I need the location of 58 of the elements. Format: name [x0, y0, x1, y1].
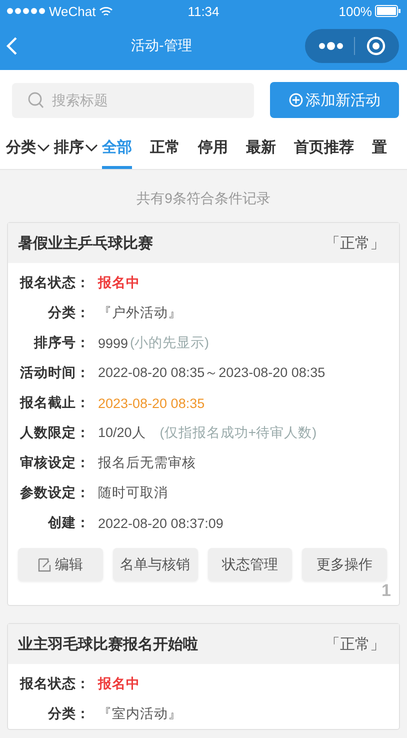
activity-status: 「正常」 [325, 234, 385, 252]
action-button[interactable]: 状态管理 [208, 548, 292, 581]
field-value: 10/20人 [98, 424, 146, 442]
field-value: 报名中 [98, 675, 140, 693]
field-label: 分类： [46, 705, 91, 723]
record-count: 共有9条符合条件记录 [136, 189, 272, 208]
field-label: 活动时间： [19, 364, 91, 382]
action-button[interactable]: 名单与核销 [112, 548, 198, 581]
field-value: 9999 [98, 336, 128, 350]
field-value: 2022-08-20 08:37:09 [98, 516, 224, 530]
page-title: 活动-管理 [131, 37, 192, 55]
field-label: 人数限定： [18, 424, 91, 442]
filter-dropdown[interactable]: 排序 [54, 126, 98, 169]
filter-dropdown[interactable]: 分类 [6, 126, 50, 169]
activity-status: 「正常」 [325, 634, 385, 654]
field-note: (小的先显示) [130, 334, 210, 352]
status-time: 11:34 [188, 4, 220, 18]
filter-tab[interactable]: 正常 [150, 126, 180, 169]
field-label: 分类： [46, 304, 91, 322]
filter-tab[interactable]: 首页推荐 [294, 126, 354, 169]
field-label: 审核设定： [19, 454, 91, 472]
back-icon[interactable] [6, 36, 18, 56]
wifi-icon [98, 6, 113, 16]
capsule-menu[interactable] [304, 29, 399, 63]
field-value: 报名中 [98, 274, 140, 292]
field-label: 报名截止： [18, 394, 91, 412]
field-label: 参数设定： [19, 484, 91, 502]
field-label: 报名状态： [18, 274, 91, 292]
activity-title: 暑假业主乒乓球比赛 [18, 234, 153, 252]
battery-level: 100% [338, 4, 372, 18]
search-icon [28, 92, 44, 108]
more-icon[interactable] [318, 42, 344, 50]
filter-tab[interactable]: 置 [372, 126, 387, 169]
activity-title: 业主羽毛球比赛报名开始啦 [18, 634, 198, 654]
card-index: 1 [382, 581, 391, 601]
field-value: 随时可取消 [98, 484, 168, 502]
field-note: (仅指报名成功+待审人数) [160, 424, 317, 442]
close-icon[interactable] [366, 36, 386, 56]
plus-circle-icon [288, 93, 302, 107]
field-value: 报名后无需审核 [98, 454, 196, 472]
field-value: 『户外活动』 [98, 304, 182, 322]
filter-tab[interactable]: 停用 [198, 126, 228, 169]
field-value: 2023-08-20 08:35 [98, 396, 205, 410]
field-label: 创建： [46, 514, 91, 532]
filter-tab[interactable]: 最新 [246, 126, 276, 169]
edit-icon [38, 558, 51, 572]
battery-icon [374, 5, 401, 17]
chevron-down-icon [37, 144, 50, 152]
signal-icon [6, 7, 46, 15]
action-button[interactable]: 编辑 [18, 548, 103, 581]
field-label: 报名状态： [18, 675, 91, 693]
field-value: 『室内活动』 [98, 705, 182, 723]
field-label: 排序号： [32, 334, 91, 352]
search-field[interactable]: 搜索标题 [12, 82, 254, 118]
field-value: 2022-08-20 08:35～2023-08-20 08:35 [98, 364, 326, 382]
carrier-name: WeChat [49, 4, 96, 18]
chevron-down-icon [85, 144, 98, 152]
action-button[interactable]: 更多操作 [302, 548, 387, 581]
